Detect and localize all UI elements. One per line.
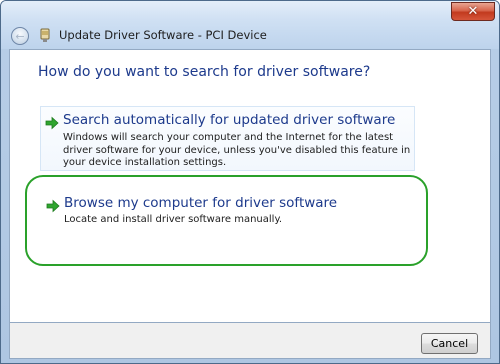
content-panel: How do you want to search for driver sof…	[9, 49, 491, 323]
option-title: Search automatically for updated driver …	[63, 112, 396, 128]
option-description: Windows will search your computer and th…	[63, 132, 411, 168]
dialog-window: ✕ ← Update Driver Software - PCI Device …	[0, 0, 500, 364]
option-description: Locate and install driver software manua…	[64, 214, 283, 225]
close-button[interactable]: ✕	[451, 2, 495, 21]
green-arrow-icon	[46, 199, 60, 213]
back-arrow-icon: ←	[15, 29, 25, 43]
close-icon: ✕	[467, 4, 479, 19]
option-title: Browse my computer for driver software	[64, 195, 338, 211]
back-button[interactable]: ←	[11, 27, 29, 45]
green-arrow-icon	[45, 116, 59, 130]
search-automatically-option[interactable]: Search automatically for updated driver …	[40, 106, 415, 171]
page-heading: How do you want to search for driver sof…	[38, 64, 371, 80]
cancel-button[interactable]: Cancel	[421, 333, 478, 354]
window-title: Update Driver Software - PCI Device	[59, 28, 267, 42]
footer-bar: Cancel	[9, 323, 491, 359]
browse-computer-option[interactable]: Browse my computer for driver software L…	[25, 175, 428, 266]
device-icon	[40, 28, 50, 42]
